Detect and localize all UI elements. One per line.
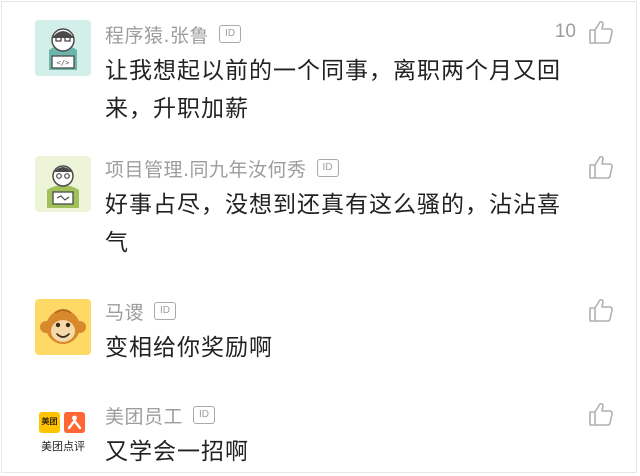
monkey-avatar-icon[interactable] [35,299,91,355]
id-badge: ID [154,302,177,320]
username[interactable]: 程序猿.张鲁 [105,21,209,48]
comment-text: 好事占尽，没想到还真有这么骚的，沾沾喜气 [105,192,561,256]
comment-text: 让我想起以前的一个同事，离职两个月又回来，升职加薪 [105,58,561,122]
username[interactable]: 项目管理.同九年汝何秀 [105,155,307,182]
meituan-avatar-icon[interactable]: 美团 美团点评 [35,406,91,462]
meituan-dianping-label: 美团点评 [41,440,85,453]
project-manager-avatar-icon[interactable] [35,156,91,212]
id-badge: ID [316,159,339,177]
meituan-logo-label: 美团 [41,417,58,426]
svg-text:</>: </> [57,59,70,67]
comment-list: </> 程序猿.张鲁 ID 让我想起以前的一个同事，离职两个月又回来，升职加薪 … [1,1,637,473]
programmer-avatar-icon[interactable]: </> [35,20,91,76]
thumbs-up-icon[interactable] [588,297,614,323]
id-badge: ID [193,406,216,424]
comment-text: 变相给你奖励啊 [105,335,273,361]
like-count: 10 [554,21,576,42]
like-button[interactable] [576,401,614,427]
thumbs-up-icon[interactable] [588,154,614,180]
comment-text: 又学会一招啊 [105,439,249,465]
username[interactable]: 马谡 [105,298,144,325]
id-badge: ID [219,25,242,43]
thumbs-up-icon[interactable] [588,401,614,427]
like-button[interactable]: 10 [555,19,614,45]
like-button[interactable] [576,154,614,180]
like-button[interactable] [576,297,614,323]
username[interactable]: 美团员工 [105,402,183,429]
thumbs-up-icon[interactable] [588,19,614,45]
